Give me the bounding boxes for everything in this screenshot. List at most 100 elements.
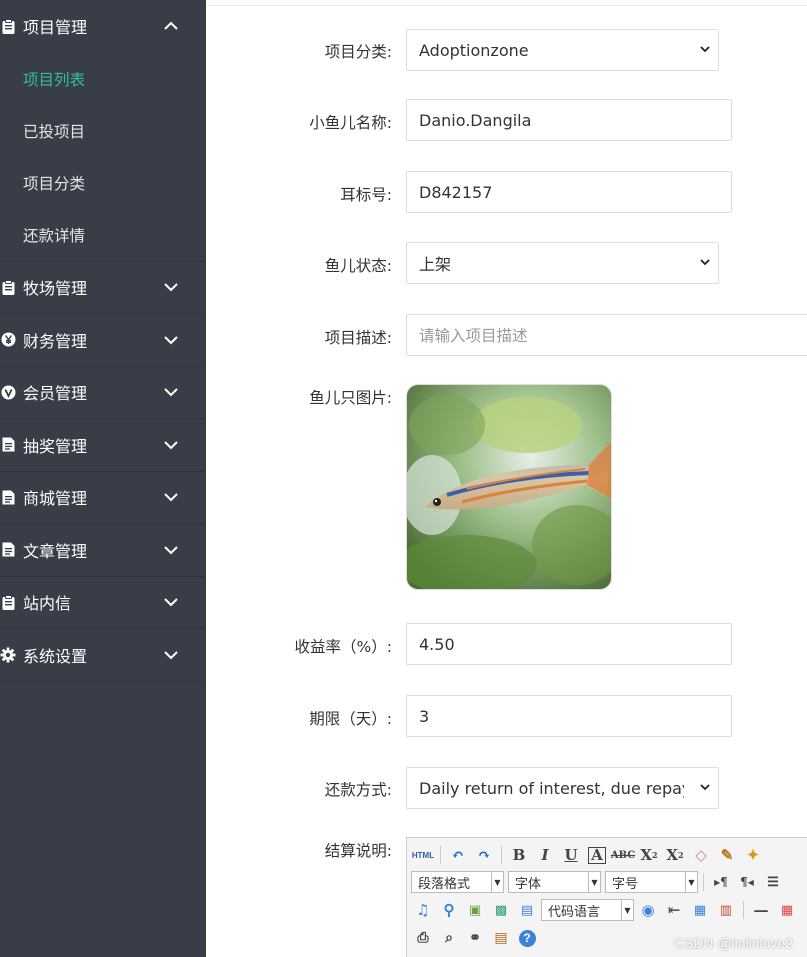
category-value: Adoptionzone bbox=[419, 40, 529, 60]
underline-icon[interactable]: U bbox=[559, 844, 583, 866]
date-icon[interactable]: ▦ bbox=[775, 899, 799, 921]
auto-format-icon[interactable]: ✦ bbox=[741, 844, 765, 866]
nav-label: 会员管理 bbox=[23, 384, 88, 404]
indent-icon[interactable]: ☰ bbox=[761, 871, 785, 893]
preview-icon[interactable]: ⌕ bbox=[437, 927, 461, 949]
chevron-down-icon bbox=[700, 259, 710, 266]
caret-down-icon: ▼ bbox=[685, 872, 697, 892]
tag-no-input[interactable]: D842157 bbox=[406, 171, 732, 213]
nav-label: 项目管理 bbox=[23, 18, 88, 38]
chevron-down-icon bbox=[164, 336, 178, 345]
sidebar-item-invested-projects[interactable]: 已投项目 bbox=[0, 105, 206, 157]
nav-item-mall-management[interactable]: 商城管理 bbox=[0, 472, 206, 524]
font-family-value: 字体 bbox=[515, 876, 542, 892]
subscript-icon[interactable]: X2 bbox=[663, 844, 687, 866]
document-icon bbox=[0, 542, 16, 558]
chevron-down-icon bbox=[164, 493, 178, 502]
paragraph-format-select[interactable]: 段落格式 ▼ bbox=[411, 871, 504, 893]
html-source-button[interactable]: HTML bbox=[411, 844, 435, 866]
nav-label: 文章管理 bbox=[23, 541, 88, 561]
table-icon[interactable]: ▦ bbox=[688, 899, 712, 921]
repayment-label: 还款方式: bbox=[324, 781, 392, 799]
nav-label: 商城管理 bbox=[23, 489, 88, 509]
pagebreak-icon[interactable]: ⇤ bbox=[662, 899, 686, 921]
yen-icon bbox=[0, 332, 16, 348]
clipboard-icon bbox=[0, 279, 16, 295]
editor-toolbar-row-4: ⎙ ⌕ ⚭ ▤ ? bbox=[411, 926, 539, 950]
nav-label: 牧场管理 bbox=[23, 279, 88, 299]
print-icon[interactable]: ⎙ bbox=[411, 927, 435, 949]
search-replace-icon[interactable]: ⚭ bbox=[463, 927, 487, 949]
description-placeholder: 请输入项目描述 bbox=[419, 327, 528, 345]
attachment-icon[interactable]: ⚲ bbox=[437, 899, 461, 921]
status-select[interactable]: 上架 bbox=[406, 242, 719, 284]
nav-item-member-management[interactable]: 会员管理 bbox=[0, 367, 206, 419]
settlement-label: 结算说明: bbox=[324, 842, 392, 860]
font-family-select[interactable]: 字体 ▼ bbox=[508, 871, 601, 893]
chevron-up-icon bbox=[164, 21, 178, 30]
gear-icon bbox=[0, 647, 16, 663]
chevron-down-icon bbox=[164, 598, 178, 607]
ltr-direction-icon[interactable]: ▸¶ bbox=[709, 871, 733, 893]
rtl-direction-icon[interactable]: ¶◂ bbox=[735, 871, 759, 893]
image-icon[interactable]: ▣ bbox=[463, 899, 487, 921]
caret-down-icon: ▼ bbox=[621, 900, 633, 920]
font-size-select[interactable]: 字号 ▼ bbox=[605, 871, 698, 893]
document-icon bbox=[0, 489, 16, 505]
yield-rate-input[interactable]: 4.50 bbox=[406, 623, 732, 665]
nav-label: 财务管理 bbox=[23, 331, 88, 351]
fish-image[interactable] bbox=[406, 384, 612, 590]
nav-item-article-management[interactable]: 文章管理 bbox=[0, 524, 206, 577]
status-value: 上架 bbox=[419, 255, 452, 274]
editor-toolbar-row-3: ♫ ⚲ ▣ ▩ ▤ 代码语言 ▼ ◉ ⇤ ▦ ▥ — ▦ bbox=[411, 898, 799, 922]
tag-no-value: D842157 bbox=[419, 182, 493, 202]
category-select[interactable]: Adoptionzone bbox=[406, 29, 719, 71]
format-brush-icon[interactable]: ✎ bbox=[715, 844, 739, 866]
vip-icon bbox=[0, 384, 16, 400]
superscript-icon[interactable]: X2 bbox=[637, 844, 661, 866]
multi-image-icon[interactable]: ▩ bbox=[489, 899, 513, 921]
nav-label: 系统设置 bbox=[23, 646, 88, 666]
music-icon[interactable]: ♫ bbox=[411, 899, 435, 921]
repayment-select[interactable]: Daily return of interest, due repayment bbox=[406, 767, 719, 809]
eraser-icon[interactable]: ◇ bbox=[689, 844, 713, 866]
italic-icon[interactable]: I bbox=[533, 844, 557, 866]
term-input[interactable]: 3 bbox=[406, 695, 732, 737]
strikethrough-icon[interactable]: ABC bbox=[611, 844, 635, 866]
redo-icon[interactable]: ↷ bbox=[472, 844, 496, 866]
help-icon[interactable]: ? bbox=[515, 927, 539, 949]
code-language-value: 代码语言 bbox=[548, 904, 601, 920]
nav-item-ranch-management[interactable]: 牧场管理 bbox=[0, 262, 206, 314]
yield-rate-label: 收益率（%）: bbox=[294, 638, 392, 656]
repayment-value: Daily return of interest, due repayment bbox=[419, 778, 684, 798]
sidebar-item-project-list[interactable]: 项目列表 bbox=[0, 53, 206, 105]
nav-item-lottery-management[interactable]: 抽奖管理 bbox=[0, 419, 206, 472]
fish-name-input[interactable]: Danio.Dangila bbox=[406, 99, 732, 141]
sidebar-item-project-category[interactable]: 项目分类 bbox=[0, 157, 206, 209]
code-language-select[interactable]: 代码语言 ▼ bbox=[541, 899, 634, 921]
template-icon[interactable]: ▥ bbox=[714, 899, 738, 921]
clipboard-icon bbox=[0, 18, 16, 34]
description-label: 项目描述: bbox=[324, 329, 392, 347]
sidebar-item-repayment-details[interactable]: 还款详情 bbox=[0, 209, 206, 261]
draft-icon[interactable]: ▤ bbox=[489, 927, 513, 949]
undo-icon[interactable]: ↶ bbox=[446, 844, 470, 866]
term-label: 期限（天）: bbox=[309, 710, 392, 728]
horizontal-rule-icon[interactable]: — bbox=[749, 899, 773, 921]
description-input[interactable]: 请输入项目描述 bbox=[406, 314, 807, 356]
map-icon[interactable]: ◉ bbox=[636, 899, 660, 921]
nav-item-system-settings[interactable]: 系统设置 bbox=[0, 629, 206, 682]
font-border-icon[interactable]: A bbox=[585, 844, 609, 866]
term-value: 3 bbox=[419, 706, 430, 726]
caret-down-icon: ▼ bbox=[588, 872, 600, 892]
bold-icon[interactable]: B bbox=[507, 844, 531, 866]
nav-label: 抽奖管理 bbox=[23, 436, 88, 456]
document-icon bbox=[0, 437, 16, 453]
nav-item-finance-management[interactable]: 财务管理 bbox=[0, 314, 206, 367]
nav-item-site-messages[interactable]: 站内信 bbox=[0, 577, 206, 629]
video-icon[interactable]: ▤ bbox=[515, 899, 539, 921]
editor-toolbar-row-1: HTML ↶ ↷ B I U A ABC X2 X2 ◇ ✎ ✦ bbox=[411, 843, 765, 867]
nav-item-project-management[interactable]: 项目管理 bbox=[0, 0, 206, 53]
paragraph-format-value: 段落格式 bbox=[418, 876, 471, 892]
chevron-down-icon bbox=[164, 283, 178, 292]
